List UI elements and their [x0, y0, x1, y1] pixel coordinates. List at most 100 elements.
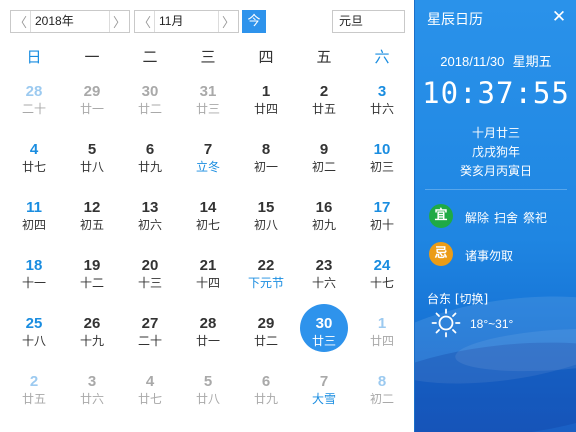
lunar-day: 十七 [369, 276, 394, 290]
weekday-label: 五 [316, 48, 332, 66]
day-number: 6 [145, 141, 155, 158]
day-number: 28 [199, 315, 217, 332]
lunar-month-day: 癸亥月丙寅日 [459, 164, 532, 178]
day-number: 16 [315, 199, 333, 216]
prev-month-button[interactable]: 〈 [135, 11, 155, 32]
sun-icon [431, 308, 461, 338]
lunar-day: 廿六 [79, 392, 104, 406]
day-cell[interactable]: 6 廿九 [237, 370, 295, 428]
lunar-day: 初五 [79, 218, 104, 232]
day-cell[interactable]: 7 立冬 [179, 138, 237, 196]
day-cell[interactable]: 10 初三 [353, 138, 411, 196]
day-number: 21 [199, 257, 217, 274]
day-number: 7 [319, 373, 329, 390]
lunar-day: 廿九 [253, 392, 278, 406]
day-number: 28 [25, 83, 43, 100]
today-button[interactable]: 今 [242, 10, 266, 33]
lunar-day: 廿二 [253, 334, 278, 348]
day-cell[interactable]: 16 初九 [295, 196, 353, 254]
prev-year-button[interactable]: 〈 [11, 11, 31, 32]
month-stepper: 〈 11月 〉 [134, 10, 239, 33]
lunar-day: 初四 [21, 218, 46, 232]
lunar-date: 十月廿三 [471, 126, 520, 140]
day-cell[interactable]: 14 初七 [179, 196, 237, 254]
day-cell[interactable]: 3 廿六 [63, 370, 121, 428]
day-number: 5 [87, 141, 97, 158]
day-cell[interactable]: 27 二十 [121, 312, 179, 370]
day-cell[interactable]: 17 初十 [353, 196, 411, 254]
day-number: 19 [83, 257, 101, 274]
day-cell[interactable]: 1 廿四 [237, 80, 295, 138]
day-cell[interactable]: 24 十七 [353, 254, 411, 312]
lunar-year: 戊戌狗年 [471, 145, 520, 159]
month-value[interactable]: 11月 [155, 11, 218, 32]
day-cell[interactable]: 4 廿七 [5, 138, 63, 196]
day-cell[interactable]: 21 十四 [179, 254, 237, 312]
weekday-header: 日一二三四五六 [0, 46, 414, 72]
day-cell[interactable]: 8 初一 [237, 138, 295, 196]
weekday-label: 六 [374, 48, 390, 66]
ji-activities: 诸事勿取 [465, 247, 518, 264]
day-cell[interactable]: 8 初二 [353, 370, 411, 428]
day-cell[interactable]: 20 十三 [121, 254, 179, 312]
day-number: 7 [203, 141, 213, 158]
day-cell[interactable]: 6 廿九 [121, 138, 179, 196]
day-cell[interactable]: 2 廿五 [295, 80, 353, 138]
day-number: 14 [199, 199, 217, 216]
day-cell[interactable]: 30 廿二 [121, 80, 179, 138]
day-cell[interactable]: 15 初八 [237, 196, 295, 254]
divider [425, 189, 567, 190]
lunar-day: 十一 [21, 276, 46, 290]
day-number: 26 [83, 315, 101, 332]
year-value[interactable]: 2018年 [31, 11, 109, 32]
day-cell[interactable]: 7 大雪 [295, 370, 353, 428]
location-switch[interactable]: 台东 [切换] [427, 290, 488, 307]
lunar-day: 廿七 [21, 160, 46, 174]
weekday-label: 四 [258, 48, 274, 66]
lunar-day: 廿三 [195, 102, 220, 116]
year-stepper: 〈 2018年 〉 [10, 10, 130, 33]
lunar-day: 廿五 [21, 392, 46, 406]
day-number: 3 [377, 83, 387, 100]
day-cell[interactable]: 11 初四 [5, 196, 63, 254]
day-cell[interactable]: 28 廿一 [179, 312, 237, 370]
day-cell[interactable]: 4 廿七 [121, 370, 179, 428]
day-number: 24 [373, 257, 391, 274]
day-cell[interactable]: 25 十八 [5, 312, 63, 370]
day-number: 2 [29, 373, 39, 390]
next-month-button[interactable]: 〉 [218, 11, 238, 32]
day-cell[interactable]: 19 十二 [63, 254, 121, 312]
day-cell[interactable]: 5 廿八 [63, 138, 121, 196]
activity-item: 解除 [465, 211, 490, 225]
close-icon[interactable]: ✕ [550, 8, 568, 26]
day-cell[interactable]: 26 十九 [63, 312, 121, 370]
festival-select[interactable]: 元旦 [332, 10, 405, 33]
day-cell[interactable]: 5 廿八 [179, 370, 237, 428]
day-cell[interactable]: 18 十一 [5, 254, 63, 312]
weekday-label: 二 [142, 48, 158, 66]
day-cell[interactable]: 28 二十 [5, 80, 63, 138]
day-number: 3 [87, 373, 97, 390]
day-cell[interactable]: 3 廿六 [353, 80, 411, 138]
day-number: 22 [257, 257, 275, 274]
lunar-day: 二十 [137, 334, 162, 348]
day-cell[interactable]: 13 初六 [121, 196, 179, 254]
weekday-label: 一 [84, 48, 100, 66]
day-cell[interactable]: 29 廿二 [237, 312, 295, 370]
day-cell[interactable]: 29 廿一 [63, 80, 121, 138]
day-number: 30 [141, 83, 159, 100]
yi-activities: 解除 扫舍 祭祀 [465, 209, 552, 226]
day-number: 20 [141, 257, 159, 274]
lunar-day: 廿一 [79, 102, 104, 116]
day-cell[interactable]: 9 初二 [295, 138, 353, 196]
day-cell[interactable]: 12 初五 [63, 196, 121, 254]
day-cell[interactable]: 1 廿四 [353, 312, 411, 370]
day-number: 1 [377, 315, 387, 332]
day-cell[interactable]: 31 廿三 [179, 80, 237, 138]
day-cell-selected[interactable]: 30 廿三 [295, 304, 353, 370]
lunar-day: 初八 [253, 218, 278, 232]
day-cell[interactable]: 2 廿五 [5, 370, 63, 428]
clock: 10:37:55 [422, 76, 570, 110]
day-cell[interactable]: 22 下元节 [237, 254, 295, 312]
next-year-button[interactable]: 〉 [109, 11, 129, 32]
